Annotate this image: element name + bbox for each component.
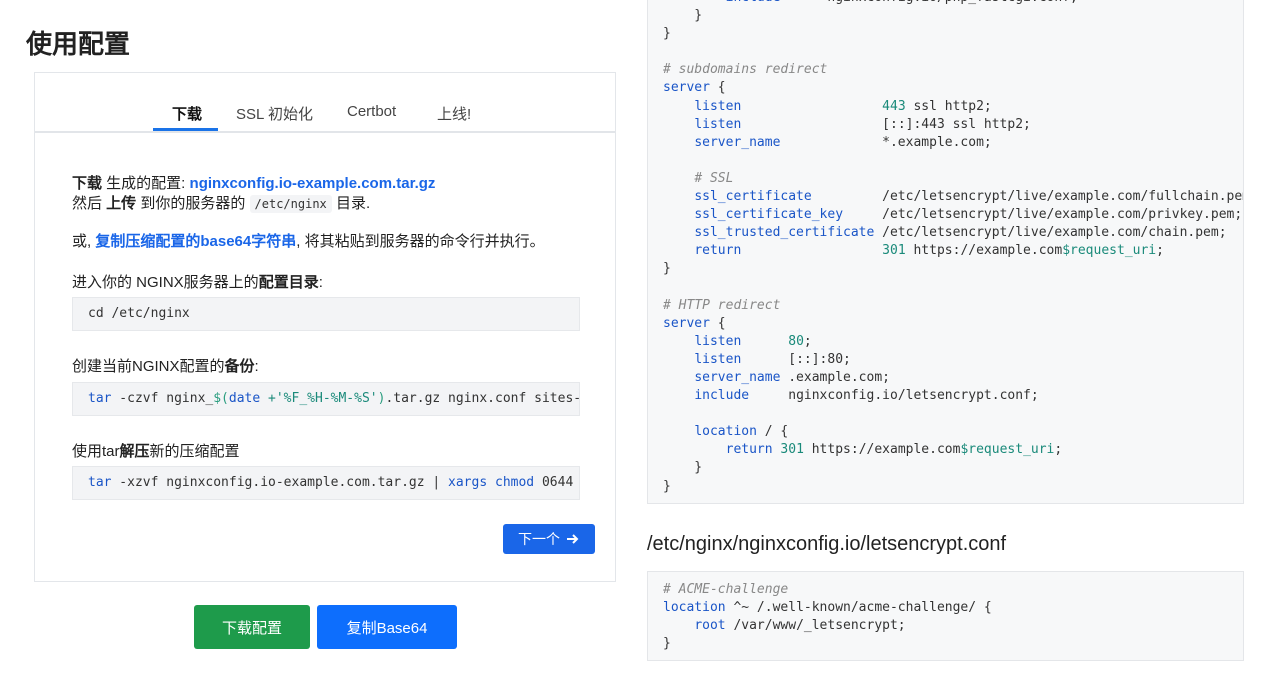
tab-bar: 下载 SSL 初始化 Certbot 上线! — [35, 73, 615, 133]
cmd-rest: .tar.gz nginx.conf sites-available/ site… — [385, 391, 580, 406]
step-suffix: 新的压缩配置 — [149, 443, 240, 460]
step-text: 使用tar — [72, 443, 120, 460]
nginx-site-config-code[interactable]: include nginxconfig.io/php_fastcgi.conf;… — [647, 0, 1244, 504]
tab-download[interactable]: 下载 — [172, 103, 202, 124]
base64-suffix: , 将其粘贴到服务器的命令行并执行。 — [296, 233, 545, 250]
cmd-date: date — [228, 391, 261, 406]
next-button-label: 下一个 — [518, 531, 560, 547]
upload-text: 到你的服务器的 — [136, 195, 250, 212]
cmd-xargs: xargs — [448, 475, 488, 490]
download-config-button[interactable]: 下载配置 — [194, 605, 310, 649]
download-strong: 下载 — [72, 175, 103, 192]
active-tab-indicator — [153, 128, 218, 131]
step-text: 创建当前NGINX配置的 — [72, 358, 225, 375]
download-text: 生成的配置: — [102, 175, 190, 192]
step-label-extract: 使用tar解压新的压缩配置 — [72, 440, 240, 461]
upload-strong: 上传 — [106, 195, 137, 212]
backup-command[interactable]: tar -czvf nginx_$(date +'%F_%H-%M-%S').t… — [72, 382, 580, 416]
step-suffix: : — [318, 274, 323, 291]
step-strong: 解压 — [119, 443, 150, 460]
copy-base64-button[interactable]: 复制Base64 — [317, 605, 457, 649]
cmd-opts: -xzvf nginxconfig.io-example.com.tar.gz … — [111, 475, 449, 490]
cd-command[interactable]: cd /etc/nginx — [72, 297, 580, 331]
step-label-cd: 进入你的 NGINX服务器上的配置目录: — [72, 271, 323, 292]
cmd-opts: -czvf nginx_ — [111, 391, 214, 406]
upload-suffix: 目录. — [331, 195, 371, 212]
download-archive-link[interactable]: nginxconfig.io-example.com.tar.gz — [190, 175, 436, 192]
step-strong: 配置目录 — [258, 274, 319, 291]
cmd-subshell-open: $( — [213, 391, 229, 406]
upload-prefix: 然后 — [72, 195, 107, 212]
step-text: 进入你的 NGINX服务器上的 — [72, 274, 259, 291]
letsencrypt-config-code[interactable]: # ACME-challenge location ^~ /.well-know… — [647, 571, 1244, 661]
extract-command[interactable]: tar -xzvf nginxconfig.io-example.com.tar… — [72, 466, 580, 500]
letsencrypt-file-title: /etc/nginx/nginxconfig.io/letsencrypt.co… — [647, 533, 1007, 555]
step-strong: 备份 — [224, 358, 255, 375]
base64-prefix: 或, — [72, 233, 96, 250]
tab-certbot[interactable]: Certbot — [347, 103, 396, 120]
nginx-dir-code: /etc/nginx — [249, 195, 332, 213]
cmd-mode: 0644 — [534, 475, 574, 490]
upload-instruction: 然后 上传 到你的服务器的 /etc/nginx 目录. — [72, 192, 370, 213]
download-instruction: 下载 生成的配置: nginxconfig.io-example.com.tar… — [72, 172, 435, 193]
cmd-chmod: chmod — [495, 475, 535, 490]
cmd-tar: tar — [88, 391, 112, 406]
step-suffix: : — [254, 358, 259, 375]
usage-card: 下载 SSL 初始化 Certbot 上线! 下载 生成的配置: nginxco… — [34, 72, 616, 582]
step-label-backup: 创建当前NGINX配置的备份: — [72, 355, 259, 376]
arrow-right-icon — [567, 534, 579, 544]
base64-instruction: 或, 复制压缩配置的base64字符串, 将其粘贴到服务器的命令行并执行。 — [72, 230, 545, 251]
next-button[interactable]: 下一个 — [503, 524, 595, 554]
copy-base64-link[interactable]: 复制压缩配置的base64字符串 — [95, 233, 296, 250]
tab-go-live[interactable]: 上线! — [437, 103, 471, 124]
cmd-tar: tar — [88, 475, 112, 490]
page-title: 使用配置 — [26, 29, 131, 59]
tab-ssl-init[interactable]: SSL 初始化 — [236, 103, 313, 124]
cmd-date-format: +'%F_%H-%M-%S' — [260, 391, 378, 406]
